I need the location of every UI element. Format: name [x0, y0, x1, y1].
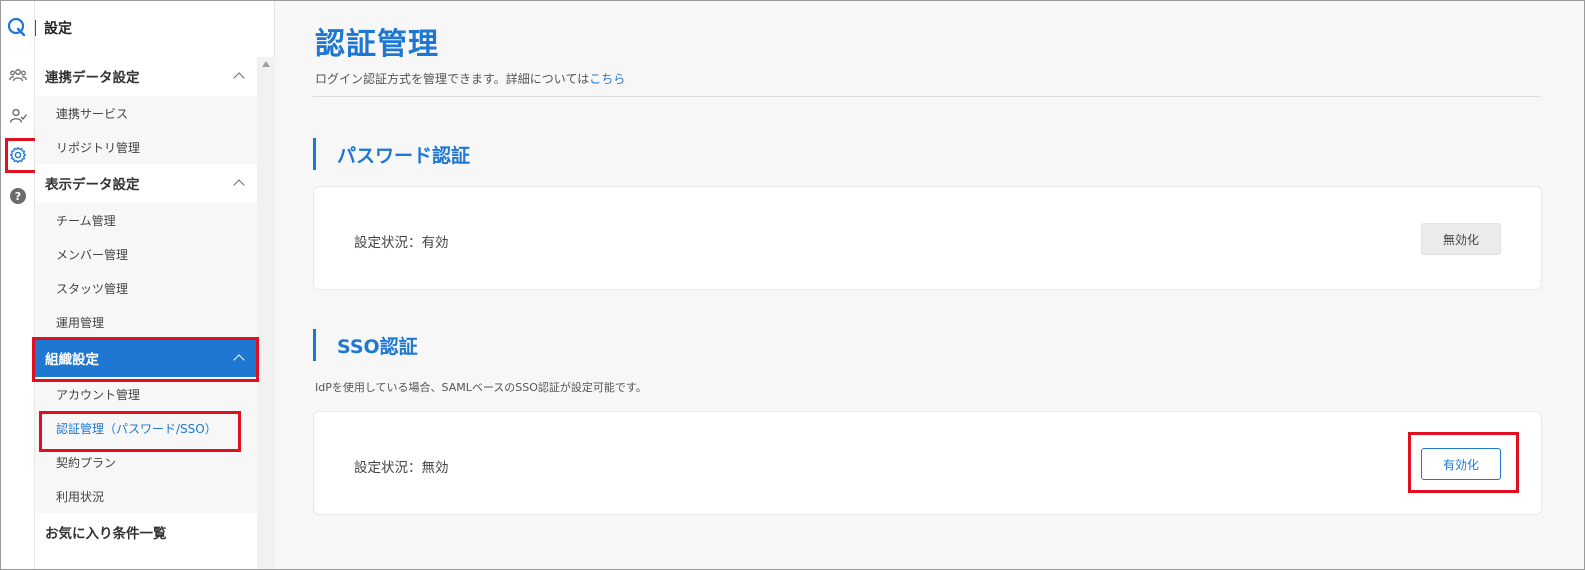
gear-icon[interactable]: [9, 146, 27, 164]
sidebar-section-favorites[interactable]: お気に入り条件一覧: [35, 513, 257, 551]
sso-auth-note: IdPを使用している場合、SAMLベースのSSO認証が設定可能です。: [315, 381, 647, 394]
sidebar-item-auth-management[interactable]: 認証管理（パスワード/SSO）: [35, 411, 257, 445]
app-window: ? 設定 連携データ設定 連携サービス リポジトリ管理 表示データ設定 チーム管…: [0, 0, 1585, 570]
sidebar-item-contract-plan[interactable]: 契約プラン: [35, 445, 257, 479]
chevron-up-icon: [233, 179, 245, 191]
sidebar-item-integration-services[interactable]: 連携サービス: [35, 96, 257, 130]
page-description: ログイン認証方式を管理できます。詳細についてはこちら: [315, 70, 625, 87]
password-auth-status: 設定状況：有効: [354, 235, 449, 251]
sidebar-item-operations-management[interactable]: 運用管理: [35, 305, 257, 339]
sidebar-title: 設定: [44, 21, 72, 37]
sso-auth-card: 設定状況：無効 有効化: [313, 411, 1542, 515]
help-icon[interactable]: ?: [9, 187, 27, 205]
title-divider: [313, 96, 1541, 97]
password-auth-card: 設定状況：有効 無効化: [313, 186, 1542, 290]
sso-auth-heading: SSO認証: [313, 329, 418, 361]
password-auth-heading: パスワード認証: [313, 138, 470, 170]
icon-rail: ?: [1, 1, 35, 569]
sidebar-item-usage-status[interactable]: 利用状況: [35, 479, 257, 513]
sidebar-item-account-management[interactable]: アカウント管理: [35, 377, 257, 411]
settings-sidebar: 設定 連携データ設定 連携サービス リポジトリ管理 表示データ設定 チーム管理 …: [35, 1, 275, 569]
svg-text:?: ?: [15, 190, 21, 203]
sidebar-header: 設定: [35, 1, 275, 55]
member-check-icon[interactable]: [9, 107, 27, 125]
scroll-up-arrow-icon[interactable]: [262, 61, 270, 67]
details-link[interactable]: こちら: [589, 72, 625, 86]
sidebar-item-stats-management[interactable]: スタッツ管理: [35, 271, 257, 305]
enable-button[interactable]: 有効化: [1421, 448, 1501, 480]
app-logo-icon[interactable]: [7, 17, 27, 37]
team-icon[interactable]: [9, 67, 27, 85]
page-description-text: ログイン認証方式を管理できます。詳細については: [315, 72, 590, 86]
sidebar-section-integration[interactable]: 連携データ設定: [35, 57, 257, 95]
disable-button[interactable]: 無効化: [1421, 223, 1501, 255]
section-label: 表示データ設定: [45, 177, 140, 193]
sso-auth-status: 設定状況：無効: [354, 460, 449, 476]
sidebar-section-organization[interactable]: 組織設定: [35, 339, 257, 377]
section-label: 組織設定: [45, 352, 99, 368]
sidebar-section-display[interactable]: 表示データ設定: [35, 164, 257, 202]
sidebar-item-repository-management[interactable]: リポジトリ管理: [35, 130, 257, 164]
header-divider: [35, 20, 36, 36]
sidebar-scrollbar[interactable]: [257, 57, 275, 569]
sidebar-item-member-management[interactable]: メンバー管理: [35, 237, 257, 271]
sidebar-item-team-management[interactable]: チーム管理: [35, 203, 257, 237]
section-label: 連携データ設定: [45, 70, 140, 86]
page-title: 認証管理: [315, 27, 439, 62]
main-content: 認証管理 ログイン認証方式を管理できます。詳細についてはこちら パスワード認証 …: [275, 1, 1584, 569]
chevron-up-icon: [233, 354, 245, 366]
chevron-up-icon: [233, 72, 245, 84]
